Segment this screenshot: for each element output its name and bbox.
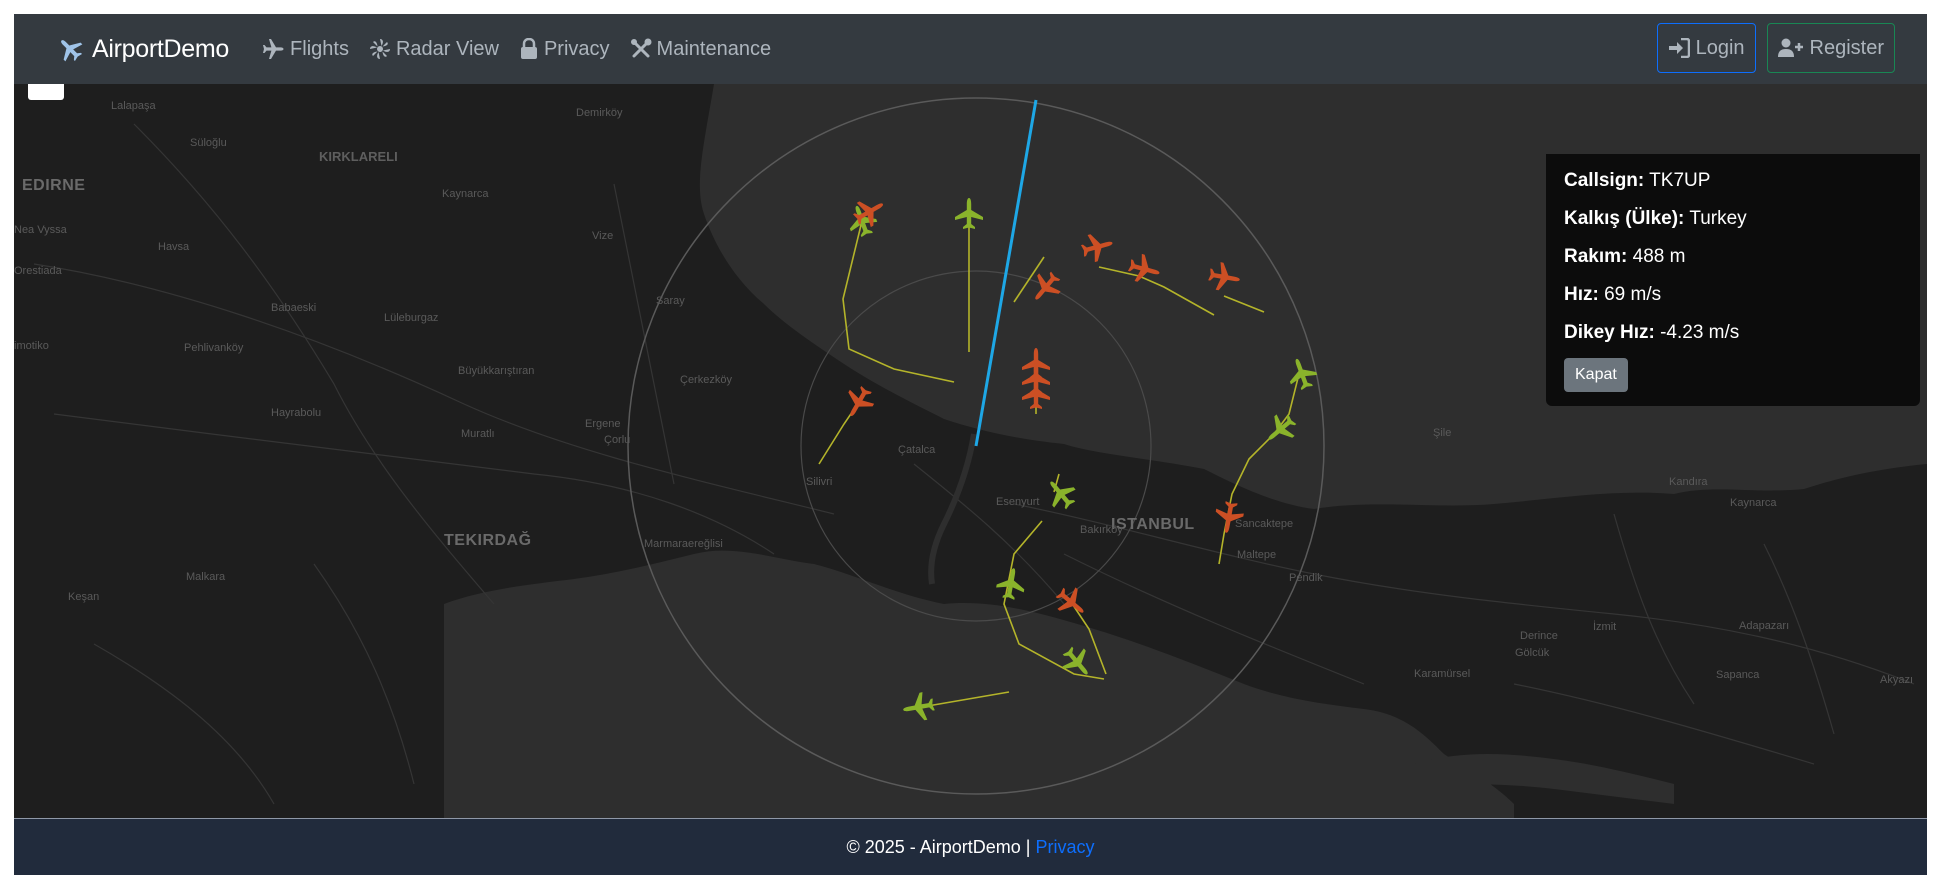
aircraft-marker[interactable] — [955, 198, 983, 229]
altitude-value: 488 m — [1632, 246, 1686, 267]
vertical-speed-row: Dikey Hız: -4.23 m/s — [1564, 314, 1902, 352]
register-button[interactable]: Register — [1766, 23, 1895, 73]
callsign-value: TK7UP — [1649, 170, 1711, 191]
speed-value: 69 m/s — [1604, 284, 1662, 305]
nav-radar-view-label: Radar View — [395, 37, 499, 60]
close-info-button[interactable]: Kapat — [1564, 358, 1628, 392]
aircraft-marker[interactable] — [901, 691, 936, 724]
nav-flights[interactable]: Flights — [251, 37, 359, 61]
user-plus-icon — [1777, 38, 1803, 57]
brand-link[interactable]: AirportDemo — [56, 35, 229, 64]
departure-row: Kalkış (Ülke): Turkey — [1564, 200, 1902, 238]
aircraft-marker[interactable] — [995, 566, 1028, 601]
plane-takeoff-icon — [61, 40, 83, 62]
login-label: Login — [1695, 36, 1745, 59]
aircraft-marker[interactable] — [839, 382, 879, 423]
footer-privacy-link[interactable]: Privacy — [1036, 837, 1095, 858]
aircraft-marker[interactable] — [1212, 500, 1245, 535]
brand-label: AirportDemo — [92, 34, 230, 63]
plane-icon — [263, 39, 284, 59]
nav-links: Flights Radar View Privacy Maintenance — [251, 37, 781, 61]
altitude-row: Rakım: 488 m — [1564, 238, 1902, 276]
sign-in-icon — [1668, 38, 1690, 58]
footer-copyright: © 2025 - AirportDemo | — [846, 836, 1036, 857]
radar-map[interactable]: EDIRNE KIRKLARELI TEKIRDAĞ ISTANBUL Lala… — [14, 84, 1927, 818]
aircraft-marker[interactable] — [1283, 354, 1320, 393]
map-zoom-control[interactable] — [28, 84, 64, 100]
aircraft-marker[interactable] — [1207, 261, 1242, 294]
tools-icon — [630, 38, 652, 58]
aircraft-marker[interactable] — [1025, 267, 1066, 309]
vertical-speed-value: -4.23 m/s — [1660, 322, 1740, 343]
nav-radar-view[interactable]: Radar View — [359, 38, 509, 61]
aircraft-marker[interactable] — [1079, 229, 1116, 264]
nav-maintenance-label: Maintenance — [656, 37, 772, 60]
login-button[interactable]: Login — [1656, 23, 1756, 73]
nav-flights-label: Flights — [290, 37, 349, 60]
footer: © 2025 - AirportDemo | Privacy — [14, 818, 1927, 875]
aircraft-marker[interactable] — [1260, 409, 1302, 450]
callsign-row: Callsign: TK7UP — [1564, 162, 1902, 200]
nav-maintenance[interactable]: Maintenance — [620, 38, 782, 61]
vertical-speed-label: Dikey Hız: — [1564, 322, 1655, 343]
departure-value: Turkey — [1689, 208, 1747, 229]
aircraft-marker[interactable] — [1051, 582, 1093, 623]
radar-fan-icon — [369, 39, 390, 59]
navbar: AirportDemo Flights Radar View Privacy M… — [14, 14, 1927, 84]
nav-privacy[interactable]: Privacy — [509, 38, 620, 61]
aircraft-marker[interactable] — [1040, 473, 1081, 515]
aircraft-marker[interactable] — [1126, 252, 1163, 287]
lock-icon — [520, 38, 537, 59]
aircraft-marker[interactable] — [1057, 642, 1098, 684]
flight-info-panel: Callsign: TK7UP Kalkış (Ülke): Turkey Ra… — [1546, 154, 1920, 406]
nav-privacy-label: Privacy — [543, 37, 610, 60]
auth-buttons: Login Register — [1646, 23, 1895, 73]
altitude-label: Rakım: — [1564, 246, 1628, 267]
departure-label: Kalkış (Ülke): — [1564, 208, 1685, 229]
speed-row: Hız: 69 m/s — [1564, 276, 1902, 314]
speed-label: Hız: — [1564, 284, 1599, 305]
register-label: Register — [1809, 36, 1884, 59]
callsign-label: Callsign: — [1564, 170, 1645, 191]
app-frame: AirportDemo Flights Radar View Privacy M… — [14, 14, 1927, 875]
